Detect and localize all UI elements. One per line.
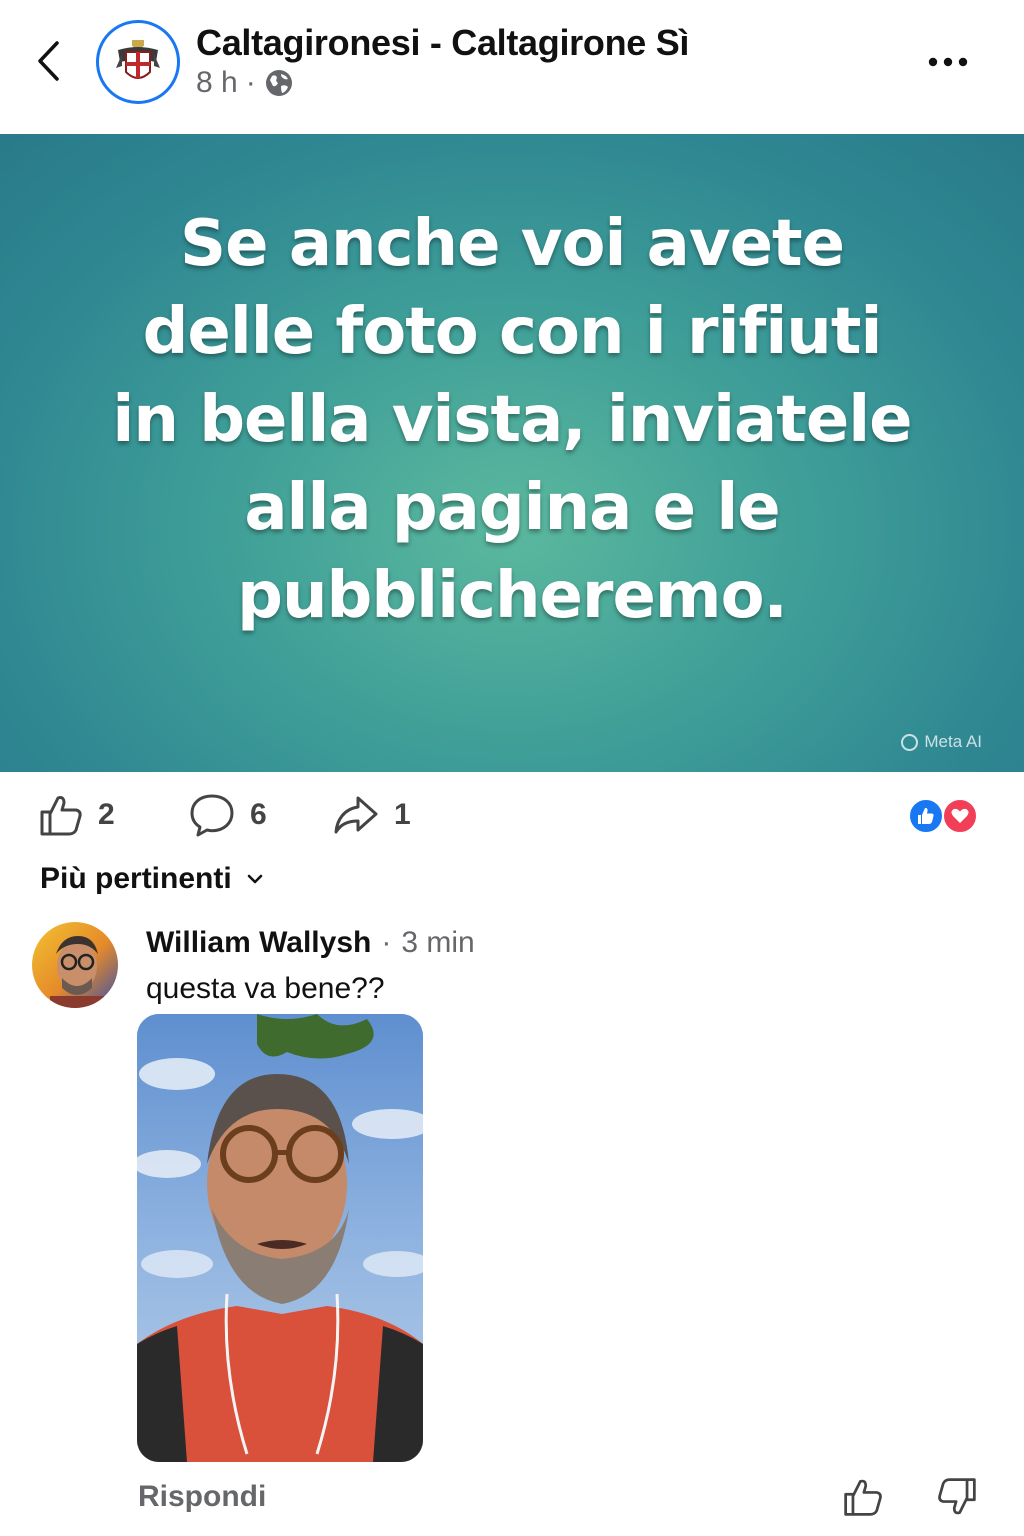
- share-count: 1: [394, 798, 411, 831]
- reply-button[interactable]: Rispondi: [138, 1480, 266, 1514]
- comment-bubble-icon: [190, 794, 234, 837]
- comment-author-name[interactable]: William Wallysh: [146, 926, 371, 960]
- sort-label: Più pertinenti: [40, 862, 232, 895]
- page-name[interactable]: Caltagironesi - Caltagirone Sì: [196, 22, 689, 64]
- comment-header: William Wallysh · 3 min: [146, 926, 475, 960]
- comment-button[interactable]: 6: [188, 792, 267, 838]
- post-actions: 2 6 1: [0, 780, 1024, 852]
- share-button[interactable]: 1: [332, 792, 411, 838]
- thumbs-up-icon: [844, 1479, 882, 1516]
- coat-of-arms-logo: [116, 40, 160, 79]
- post-meta: 8 h ·: [196, 66, 294, 100]
- comment-sort-dropdown[interactable]: Più pertinenti: [40, 862, 264, 896]
- thumbs-up-icon: [40, 796, 82, 836]
- meta-separator: ·: [245, 66, 256, 99]
- post-header: Caltagironesi - Caltagirone Sì 8 h ·: [0, 0, 1024, 134]
- like-button[interactable]: 2: [38, 792, 115, 838]
- share-arrow-icon: [334, 796, 378, 834]
- comment-dislike-button[interactable]: [936, 1476, 978, 1518]
- like-count: 2: [98, 798, 115, 831]
- chevron-down-icon: [247, 874, 262, 884]
- comment-time: 3 min: [401, 926, 475, 959]
- comment-author-avatar[interactable]: [32, 922, 118, 1008]
- comment-attached-photo[interactable]: [137, 1014, 423, 1462]
- more-horizontal-icon: [928, 57, 968, 67]
- meta-ai-label: Meta AI: [924, 732, 982, 751]
- comment-like-button[interactable]: [842, 1476, 884, 1518]
- love-reaction-icon: [942, 798, 978, 834]
- chevron-left-icon: [38, 41, 59, 81]
- comment-separator: ·: [381, 926, 392, 959]
- back-button[interactable]: [28, 38, 68, 84]
- page-avatar[interactable]: [96, 20, 180, 104]
- globe-icon: [265, 70, 292, 96]
- like-reaction-icon: [908, 798, 944, 834]
- comment-text: questa va bene??: [146, 972, 385, 1005]
- more-options-button[interactable]: [922, 42, 974, 82]
- thumbs-down-icon: [938, 1478, 976, 1515]
- post-time: 8 h: [196, 66, 238, 99]
- post-text: Se anche voi avete delle foto con i rifi…: [112, 207, 912, 633]
- reaction-summary[interactable]: [908, 798, 980, 834]
- meta-ai-icon: [901, 733, 919, 751]
- comment-count: 6: [250, 798, 267, 831]
- meta-ai-watermark: Meta AI: [901, 732, 982, 752]
- post-image[interactable]: Se anche voi avete delle foto con i rifi…: [0, 134, 1024, 772]
